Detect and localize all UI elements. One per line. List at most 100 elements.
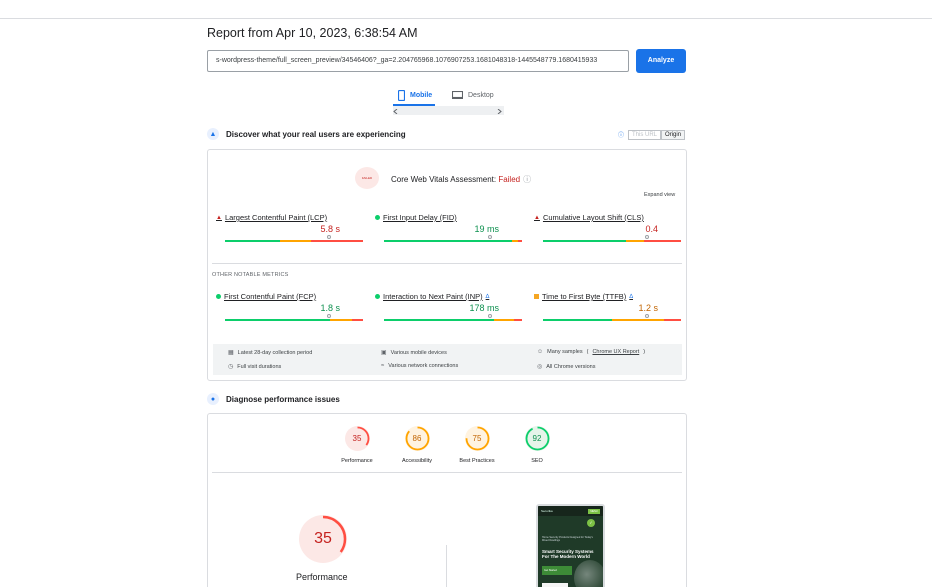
tab-scroll-bar[interactable] [393,106,504,115]
users-group-icon: ☺ [537,349,544,355]
poor-segment [664,319,681,321]
metric-name: Largest Contentful Paint (LCP) [224,213,328,222]
calendar-icon: ▦ [228,350,234,356]
cwv-assessment-prefix: Core Web Vitals Assessment: [391,175,499,184]
experimental-flask-icon: ∆ [485,293,490,300]
gauge-label: Performance [341,458,373,464]
good-segment [225,240,281,242]
expand-view-link[interactable]: Expand view [644,192,675,198]
page-screenshot-preview: Securika MENU ✓ Home Security Products D… [536,504,605,587]
good-dot-icon [375,294,380,299]
distribution-bar [384,319,522,321]
poor-triangle-icon: ▲ [534,214,540,221]
analyze-button[interactable]: Analyze [636,49,686,73]
metric-value: 1.2 s [638,303,658,313]
metric-name-link[interactable]: First Contentful Paint (FCP) [216,292,316,301]
chrome-ux-report-link[interactable]: Chrome UX Report [592,349,639,355]
gauge-value: 86 [412,434,422,443]
chevron-left-icon[interactable] [393,109,398,114]
devices-icon: ▣ [381,350,387,356]
distribution-bar [384,240,522,242]
good-dot-icon [216,294,221,299]
toggle-this-url[interactable]: This URL [628,129,662,140]
tab-mobile[interactable]: Mobile [398,86,432,104]
metric-name: First Input Delay (FID) [383,213,457,222]
preview-logo-icon: ✓ [587,519,595,527]
distribution-bar [543,240,681,242]
metric-name: Interaction to Next Paint (INP) [383,292,483,301]
footer-text: Full visit durations [237,363,282,370]
footer-item: ☺ Many samples(Chrome UX Report) [537,349,645,355]
p75-marker [487,235,492,239]
metric-value: 1.8 s [320,303,340,313]
tab-desktop[interactable]: Desktop [452,86,494,104]
info-icon[interactable]: ⓘ [618,130,624,139]
chrome-icon: ◎ [537,364,543,370]
metric-name-link[interactable]: Time to First Byte (TTFB) ∆ [534,292,633,301]
users-icon: ▲ [207,128,219,140]
good-segment [384,240,513,242]
metric-name-link[interactable]: ▲ Cumulative Layout Shift (CLS) [534,213,644,222]
toggle-origin[interactable]: Origin [661,129,686,140]
poor-segment [351,319,363,321]
cwv-assessment: Core Web Vitals Assessment: Failed ⓘ [391,174,531,185]
paren-close: ) [643,349,646,355]
lab-data-title: Diagnose performance issues [226,394,340,404]
good-segment [384,319,495,321]
big-performance-gauge: 35 [299,515,347,563]
average-segment [494,319,514,321]
tab-mobile-label: Mobile [410,91,433,99]
preview-card [542,583,568,587]
metrics-divider [212,263,682,264]
metric-value: 5.8 s [320,224,340,234]
good-segment [543,240,626,242]
gauge-label: Best Practices [459,458,495,464]
average-square-icon [534,294,539,299]
average-segment [612,319,665,321]
metric-name-link[interactable]: Interaction to Next Paint (INP) ∆ [375,292,489,301]
poor-segment [513,319,522,321]
score-gauge-best-practices[interactable]: 75 Best Practices [452,426,502,464]
good-dot-icon [375,215,380,220]
metric-value: 178 ms [469,303,499,313]
footer-text: Various mobile devices [390,349,447,356]
chevron-right-icon[interactable] [497,109,502,114]
wifi-icon: ≈ [381,363,385,369]
mobile-phone-icon [398,89,405,101]
score-gauge-performance[interactable]: 35 Performance [332,426,382,464]
score-gauge-seo[interactable]: 92 SEO [512,426,562,464]
timer-icon: ◷ [228,364,234,370]
metric-name-link[interactable]: ▲ Largest Contentful Paint (LCP) [216,213,327,222]
help-circle-icon[interactable]: ⓘ [523,175,531,184]
poor-segment [517,240,522,242]
footer-item: ▦ Latest 28-day collection period [228,349,312,357]
url-origin-toggle: ⓘ This URL Origin [618,129,686,140]
gauge-circle: 75 [464,426,490,451]
url-input[interactable]: s-wordpress-theme/full_screen_preview/34… [207,50,629,72]
preview-nav: Securika MENU [538,506,603,516]
metric-name: Time to First Byte (TTFB) [542,292,627,301]
poor-segment [310,240,363,242]
distribution-bar [225,319,363,321]
distribution-bar [225,240,363,242]
footer-item: ◷ Full visit durations [228,363,282,371]
good-segment [543,319,612,321]
gauge-value: 92 [532,434,542,443]
p75-marker [487,314,492,318]
metric-name-link[interactable]: First Input Delay (FID) [375,213,457,222]
other-metrics-label: OTHER NOTABLE METRICS [212,272,289,278]
poor-triangle-icon: ▲ [216,214,222,221]
gauge-circle: 35 [344,426,370,451]
lab-data-card [207,413,687,587]
metric-value: 19 ms [474,224,499,234]
score-gauge-accessibility[interactable]: 86 Accessibility [392,426,442,464]
gauge-label: SEO [531,458,543,464]
gauge-label: Accessibility [402,458,432,464]
lab-data-heading: ● Diagnose performance issues [207,393,340,405]
preview-headline: Smart Security Systems For The Modern Wo… [542,549,594,559]
field-data-heading: ▲ Discover what your real users are expe… [207,128,406,140]
footer-text: Many samples [547,349,583,355]
average-segment [329,319,352,321]
gauge-value: 75 [472,434,482,443]
footer-item: ≈ Various network connections [381,363,458,369]
